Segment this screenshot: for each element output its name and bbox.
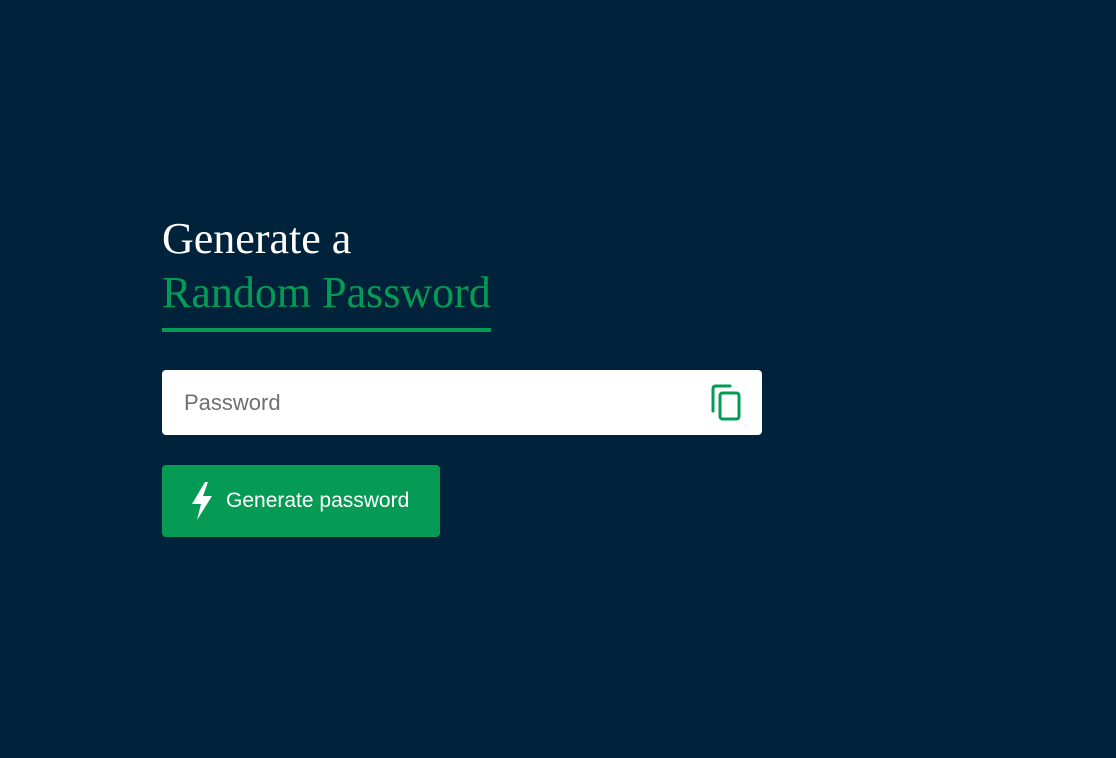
title-line-1: Generate a: [162, 214, 352, 263]
generate-button-label: Generate password: [226, 489, 410, 512]
lightning-bolt-icon: [188, 480, 216, 522]
password-generator: Generate a Random Password Generate pass…: [162, 212, 762, 537]
password-input[interactable]: [184, 382, 708, 423]
password-field-container: [162, 370, 762, 435]
page-title: Generate a Random Password: [162, 212, 491, 332]
copy-button[interactable]: [708, 383, 744, 423]
copy-icon: [711, 384, 741, 420]
generate-password-button[interactable]: Generate password: [162, 465, 440, 537]
title-line-2: Random Password: [162, 266, 491, 332]
